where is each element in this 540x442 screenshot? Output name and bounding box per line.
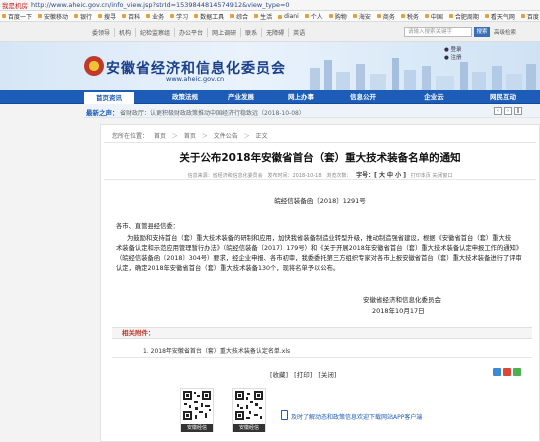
sign-date: 2018年10月17日 (372, 307, 425, 315)
share-icons (493, 368, 523, 376)
breadcrumb-home-2[interactable]: 首页 (184, 133, 196, 140)
bookmark-item[interactable]: 银行 (72, 12, 96, 21)
article-actions: [收藏] [打印] [关闭] (270, 369, 340, 379)
utility-link[interactable]: 无障碍 (262, 28, 290, 37)
qr-pattern (183, 391, 211, 420)
bookmark-item[interactable]: 税务 (399, 12, 423, 21)
ticker-label: 最新之声： (86, 109, 119, 117)
login-links[interactable]: ● 登录 ● 注册 (444, 46, 462, 62)
bookmark-item[interactable]: 业务 (144, 12, 168, 21)
bookmark-item[interactable]: 购物 (327, 12, 351, 21)
bookmark-item[interactable]: 个人 (303, 12, 327, 21)
attachment-link[interactable]: 1. 2018年安徽省首台（套）重大技术装备认定名单.xls (143, 346, 290, 355)
greeting: 各市、直管县经信委： (116, 223, 179, 230)
qr-code-icon: 安徽经信 (180, 388, 214, 432)
emblem-icon (84, 56, 104, 76)
close-link[interactable]: [关闭] (318, 371, 336, 379)
site-tag: 我是机房 (2, 2, 28, 10)
ticker-pause-button[interactable]: ǁ (514, 107, 522, 115)
utility-link[interactable]: 机构 (115, 28, 137, 37)
share-weibo-icon[interactable] (493, 368, 501, 376)
bookmark-item[interactable]: 合肥周期 (447, 12, 483, 21)
divider (112, 357, 532, 358)
paragraph-line: 术装备认定和示范应用管理暂行办法》（皖经信装备〔2017〕179号）和《关于开展… (116, 245, 523, 252)
article-title: 关于公布2018年安徽省首台（套）重大技术装备名单的通知 (179, 152, 461, 164)
breadcrumb-home[interactable]: 首页 (154, 133, 166, 140)
bookmark-item[interactable]: 百度 (519, 12, 540, 21)
register-link[interactable]: ● 注册 (444, 54, 462, 62)
nav-home-news[interactable]: 首页资讯 (84, 90, 134, 104)
bookmark-item[interactable]: diani (276, 13, 303, 20)
bookmark-item[interactable]: 看天气网 (483, 12, 519, 21)
ticker-prev-button[interactable]: ‹ (494, 107, 502, 115)
bookmark-item[interactable]: 百科 (120, 12, 144, 21)
skyline-graphic (310, 58, 536, 90)
nav-industry[interactable]: 产业发展 (216, 90, 266, 104)
share-wechat-icon[interactable] (513, 368, 521, 376)
paragraph-line: 为鼓励和支持首台（套）重大技术装备的研制和应用，加快我省装备制造业转型升级，推动… (127, 235, 512, 242)
bookmark-item[interactable]: 海安 (351, 12, 375, 21)
search-input[interactable]: 请输入搜索关键字 (404, 27, 472, 37)
print-link[interactable]: [打印] (294, 371, 312, 379)
nav-policy[interactable]: 政策法规 (160, 90, 210, 104)
utility-link[interactable]: 英语 (289, 28, 309, 37)
breadcrumb-separator: ＞ (171, 133, 178, 140)
bookmark-item[interactable]: 商务 (375, 12, 399, 21)
paragraph-line: （皖经信装备函〔2018〕304号）要求，经企业申报、各市初审，我委委托第三方组… (116, 255, 522, 262)
bookmark-item[interactable]: 中国 (423, 12, 447, 21)
main-nav: 首页资讯 政策法规 产业发展 网上办事 信息公开 企业云 网民互动 (0, 90, 540, 104)
breadcrumb-separator: ＞ (243, 133, 250, 140)
breadcrumb-current: 正文 (255, 133, 268, 140)
nav-info-public[interactable]: 信息公开 (338, 90, 388, 104)
qr-caption: 安徽经信 (233, 424, 265, 432)
bookmark-item[interactable]: 综合 (228, 12, 252, 21)
breadcrumb-separator: ＞ (201, 133, 208, 140)
utility-link[interactable]: 纪检监察组 (136, 28, 176, 37)
address-bar[interactable]: 我是机房 http://www.aheic.gov.cn/info_view.j… (0, 0, 540, 11)
bookmark-item[interactable]: 搜寻 (96, 12, 120, 21)
favorite-link[interactable]: [收藏] (270, 371, 288, 379)
nav-interaction[interactable]: 网民互动 (478, 90, 528, 104)
qr-caption: 安徽经信 (181, 424, 213, 432)
login-link[interactable]: ● 登录 (444, 46, 462, 54)
search-button[interactable]: 搜索 (474, 27, 490, 37)
utility-links: 委领导 机构 纪检监察组 办公平台 网上调研 联系 无障碍 英语 (88, 28, 309, 37)
utility-link[interactable]: 办公平台 (175, 28, 209, 37)
nav-enterprise-cloud[interactable]: 企业云 (414, 90, 454, 104)
utility-link[interactable]: 联系 (241, 28, 263, 37)
url-text[interactable]: http://www.aheic.gov.cn/info_view.jsp?st… (31, 1, 290, 9)
utility-link[interactable]: 委领导 (88, 28, 116, 37)
news-ticker: 最新之声： 省财政厅：认更积极财政政策推动中国经济行稳致远（2018-10-08… (84, 104, 540, 118)
qr-code-icon: 安徽经信 (232, 388, 266, 432)
divider (104, 142, 536, 143)
bookmark-item[interactable]: 生活 (252, 12, 276, 21)
bookmark-item[interactable]: 百度一下 (0, 12, 36, 21)
nav-online-service[interactable]: 网上办事 (276, 90, 326, 104)
breadcrumb-category[interactable]: 文件公告 (214, 133, 238, 140)
bookmark-item[interactable]: 安徽移动 (36, 12, 72, 21)
bookmarks-bar: 百度一下 安徽移动 银行 搜寻 百科 业务 学习 数据工具 综合 生活 diani 个人 购物 海安 商务税… (0, 11, 540, 22)
breadcrumb: 您所在位置： 首页 ＞ 首页 ＞ 文件公告 ＞ 正文 (112, 131, 272, 140)
qr-pattern (235, 391, 263, 420)
site-banner: 安徽省经济和信息化委员会 www.aheic.gov.cn ● 登录 ● 注册 (0, 42, 540, 90)
document-number: 皖经信装备函〔2018〕1291号 (274, 197, 366, 205)
share-qzone-icon[interactable] (503, 368, 511, 376)
app-download-message[interactable]: 及时了解动态和政策信息欢迎下载网站APP客户端 (291, 412, 422, 421)
advanced-search-link[interactable]: 高级检索 (494, 28, 516, 36)
font-size-switch[interactable]: 字号：[ 大 中 小 ] (356, 172, 406, 179)
utility-bar: 委领导 机构 纪检监察组 办公平台 网上调研 联系 无障碍 英语 请输入搜索关键字 搜索 高级… (0, 22, 540, 42)
article-meta: 信息来源：省经济和信息化委员会 发布时间：2018-10-18 浏览次数： 字号… (100, 170, 540, 179)
ticker-next-button[interactable]: › (504, 107, 512, 115)
utility-link[interactable]: 网上调研 (208, 28, 242, 37)
site-domain: www.aheic.gov.cn (166, 75, 225, 83)
bookmark-item[interactable]: 学习 (168, 12, 192, 21)
phone-icon (281, 410, 288, 420)
attachments-header: 相关附件： (112, 327, 532, 339)
divider (104, 179, 536, 180)
breadcrumb-label: 您所在位置： (112, 133, 149, 140)
ticker-message[interactable]: 省财政厅：认更积极财政政策推动中国经济行稳致远（2018-10-08） (120, 108, 305, 117)
paragraph-line: 认定，确定2018年安徽省首台（套）重大技术装备130个，现将名单予以公布。 (116, 265, 340, 272)
bookmark-item[interactable]: 数据工具 (192, 12, 228, 21)
signature: 安徽省经济和信息化委员会 (363, 296, 441, 304)
